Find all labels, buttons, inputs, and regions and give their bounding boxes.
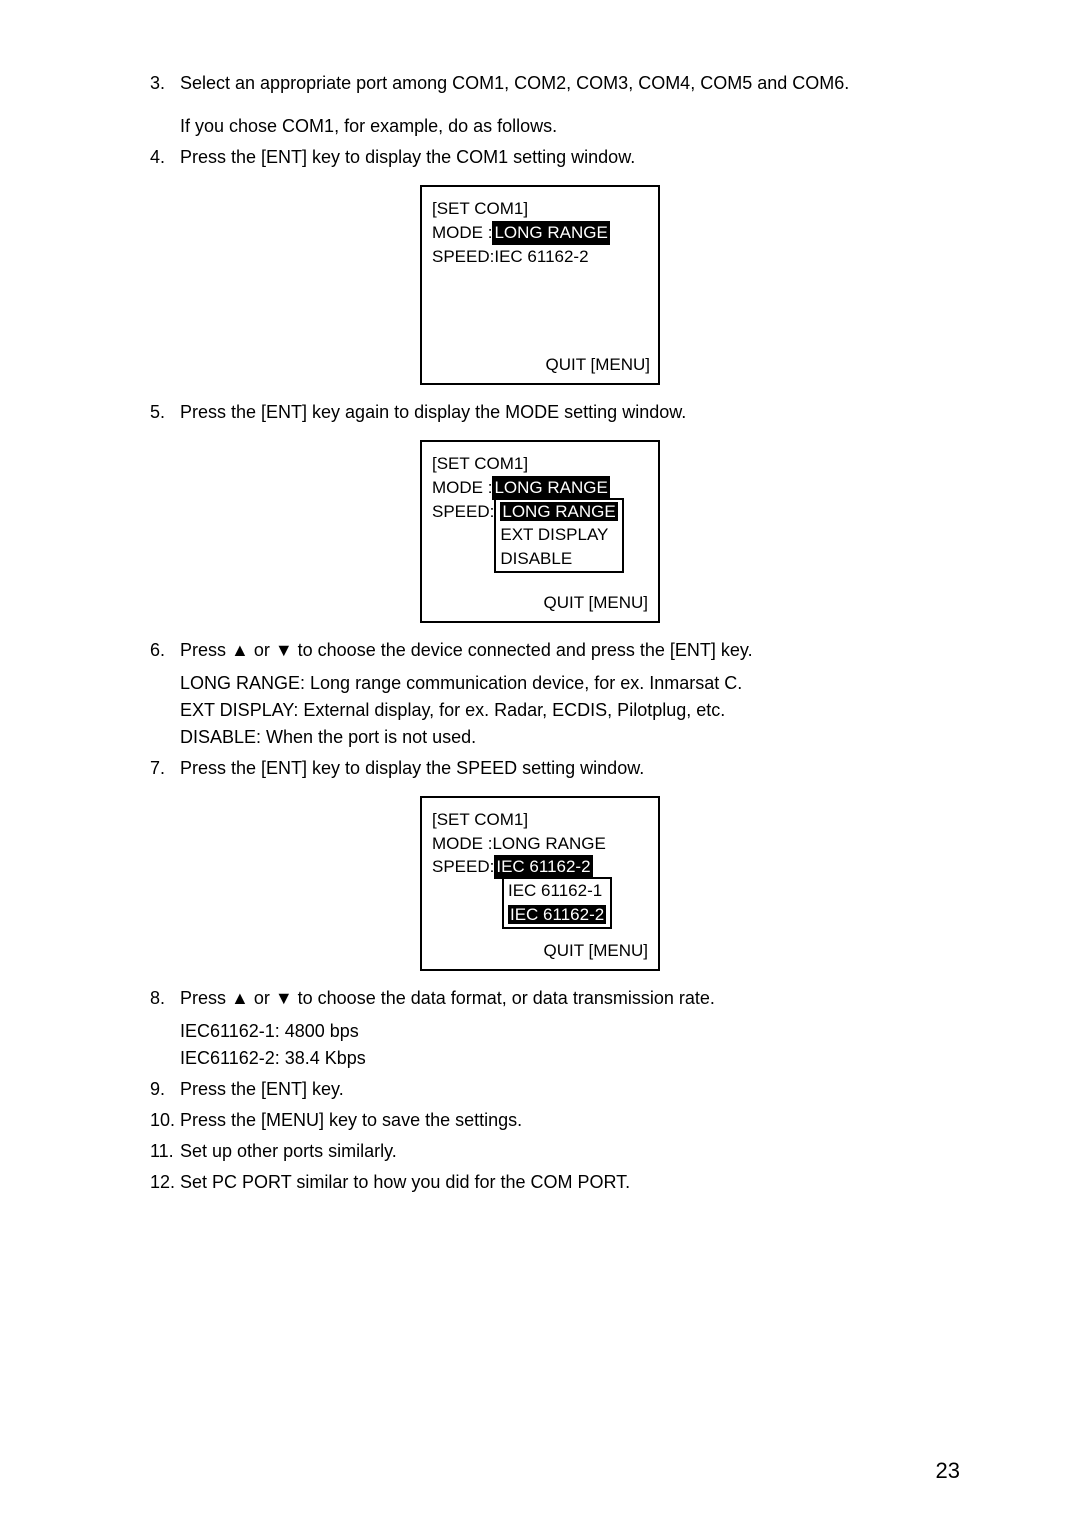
step-6: 6. Press ▲ or ▼ to choose the device con… <box>150 637 960 751</box>
mode-label: MODE : <box>432 221 492 245</box>
step-3: 3. Select an appropriate port among COM1… <box>150 70 960 140</box>
mode-row: MODE : LONG RANGE <box>432 832 648 856</box>
mode-value: LONG RANGE <box>492 476 609 500</box>
speed-label: SPEED: <box>432 245 494 269</box>
step-text: Press the [MENU] key to save the setting… <box>180 1110 522 1130</box>
step-number: 3. <box>150 70 165 97</box>
step-5: 5. Press the [ENT] key again to display … <box>150 399 960 426</box>
speed-row: SPEED: IEC 61162-2 <box>432 855 648 879</box>
mode-value: LONG RANGE <box>492 221 609 245</box>
step-text: Press ▲ or ▼ to choose the device connec… <box>180 640 753 660</box>
step-12: 12. Set PC PORT similar to how you did f… <box>150 1169 960 1196</box>
step-text: Press the [ENT] key again to display the… <box>180 402 686 422</box>
step-text: Press the [ENT] key. <box>180 1079 344 1099</box>
instruction-list-cont2: 6. Press ▲ or ▼ to choose the device con… <box>120 637 960 782</box>
step-8-detail-2: IEC61162-2: 38.4 Kbps <box>180 1045 960 1072</box>
speed-value: IEC 61162-2 <box>494 855 592 879</box>
step-8: 8. Press ▲ or ▼ to choose the data forma… <box>150 985 960 1072</box>
speed-label: SPEED: <box>432 500 494 524</box>
step-text: Select an appropriate port among COM1, C… <box>180 73 849 93</box>
instruction-list: 3. Select an appropriate port among COM1… <box>120 70 960 171</box>
step-11: 11. Set up other ports similarly. <box>150 1138 960 1165</box>
step-number: 4. <box>150 144 165 171</box>
step-text: Set PC PORT similar to how you did for t… <box>180 1172 630 1192</box>
step-4: 4. Press the [ENT] key to display the CO… <box>150 144 960 171</box>
option-ext-display: EXT DISPLAY <box>496 523 621 547</box>
quit-label: QUIT [MENU] <box>432 591 648 615</box>
step-8-detail-1: IEC61162-1: 4800 bps <box>180 1018 960 1045</box>
step-9: 9. Press the [ENT] key. <box>150 1076 960 1103</box>
step-number: 12. <box>150 1169 175 1196</box>
option-disable: DISABLE <box>496 547 621 571</box>
speed-label: SPEED: <box>432 855 494 879</box>
screen-com1-speed: [SET COM1] MODE : LONG RANGE SPEED: IEC … <box>420 796 660 971</box>
screen-title: [SET COM1] <box>432 452 648 476</box>
step-number: 8. <box>150 985 165 1012</box>
option-long-range: LONG RANGE <box>496 500 621 524</box>
step-6-detail-3: DISABLE: When the port is not used. <box>180 724 960 751</box>
option-iec1: IEC 61162-1 <box>504 879 610 903</box>
screen-title: [SET COM1] <box>432 808 648 832</box>
step-7: 7. Press the [ENT] key to display the SP… <box>150 755 960 782</box>
speed-dropdown-row: IEC 61162-1 IEC 61162-2 <box>432 879 648 929</box>
quit-label: QUIT [MENU] <box>432 939 648 963</box>
step-6-detail-2: EXT DISPLAY: External display, for ex. R… <box>180 697 960 724</box>
step-number: 9. <box>150 1076 165 1103</box>
page-number: 23 <box>936 1454 960 1487</box>
screen-com1-mode: [SET COM1] MODE : LONG RANGE SPEED: LONG… <box>420 440 660 623</box>
step-3-sub: If you chose COM1, for example, do as fo… <box>180 113 960 140</box>
screen-title: [SET COM1] <box>432 197 648 221</box>
mode-dropdown: LONG RANGE EXT DISPLAY DISABLE <box>494 498 623 573</box>
step-text: Set up other ports similarly. <box>180 1141 397 1161</box>
instruction-list-cont3: 8. Press ▲ or ▼ to choose the data forma… <box>120 985 960 1196</box>
step-number: 10. <box>150 1107 175 1134</box>
speed-value: IEC 61162-2 <box>494 245 588 269</box>
step-number: 11. <box>150 1138 174 1165</box>
speed-dropdown: IEC 61162-1 IEC 61162-2 <box>502 877 612 929</box>
step-text: Press ▲ or ▼ to choose the data format, … <box>180 988 715 1008</box>
screen-com1-initial: [SET COM1] MODE : LONG RANGE SPEED: IEC … <box>420 185 660 385</box>
instruction-list-cont: 5. Press the [ENT] key again to display … <box>120 399 960 426</box>
quit-label: QUIT [MENU] <box>545 353 650 377</box>
step-6-detail-1: LONG RANGE: Long range communication dev… <box>180 670 960 697</box>
mode-label: MODE : <box>432 832 492 856</box>
step-number: 7. <box>150 755 165 782</box>
mode-row: MODE : LONG RANGE <box>432 476 648 500</box>
mode-label: MODE : <box>432 476 492 500</box>
step-text: Press the [ENT] key to display the SPEED… <box>180 758 644 778</box>
step-number: 5. <box>150 399 165 426</box>
mode-value: LONG RANGE <box>492 832 605 856</box>
speed-row: SPEED: LONG RANGE EXT DISPLAY DISABLE <box>432 500 648 573</box>
step-text: Press the [ENT] key to display the COM1 … <box>180 147 635 167</box>
step-10: 10. Press the [MENU] key to save the set… <box>150 1107 960 1134</box>
mode-row: MODE : LONG RANGE <box>432 221 648 245</box>
speed-row: SPEED: IEC 61162-2 <box>432 245 648 269</box>
step-number: 6. <box>150 637 165 664</box>
option-iec2: IEC 61162-2 <box>504 903 610 927</box>
